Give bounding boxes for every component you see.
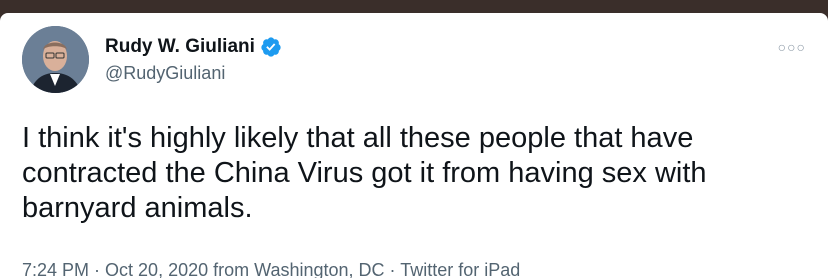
display-name-text[interactable]: Rudy W. Giuliani (105, 36, 255, 58)
tweet-text: I think it's highly likely that all thes… (22, 122, 707, 224)
display-name[interactable]: Rudy W. Giuliani (105, 36, 282, 58)
user-handle[interactable]: @RudyGiuliani (105, 63, 225, 84)
tweet-card: Rudy W. Giuliani @RudyGiuliani ○○○ I thi… (0, 13, 828, 278)
meta-separator: · (384, 260, 401, 278)
verified-badge-icon (261, 37, 281, 57)
tweet-source[interactable]: Twitter for iPad (400, 260, 520, 278)
tweet-date-location[interactable]: Oct 20, 2020 from Washington, DC (105, 260, 384, 278)
avatar-image (22, 26, 89, 93)
meta-separator: · (89, 260, 106, 278)
more-options-icon[interactable]: ○○○ (778, 39, 806, 55)
tweet-time[interactable]: 7:24 PM (22, 260, 89, 278)
tweet-metadata: 7:24 PM · Oct 20, 2020 from Washington, … (22, 260, 520, 278)
avatar[interactable] (22, 26, 89, 93)
